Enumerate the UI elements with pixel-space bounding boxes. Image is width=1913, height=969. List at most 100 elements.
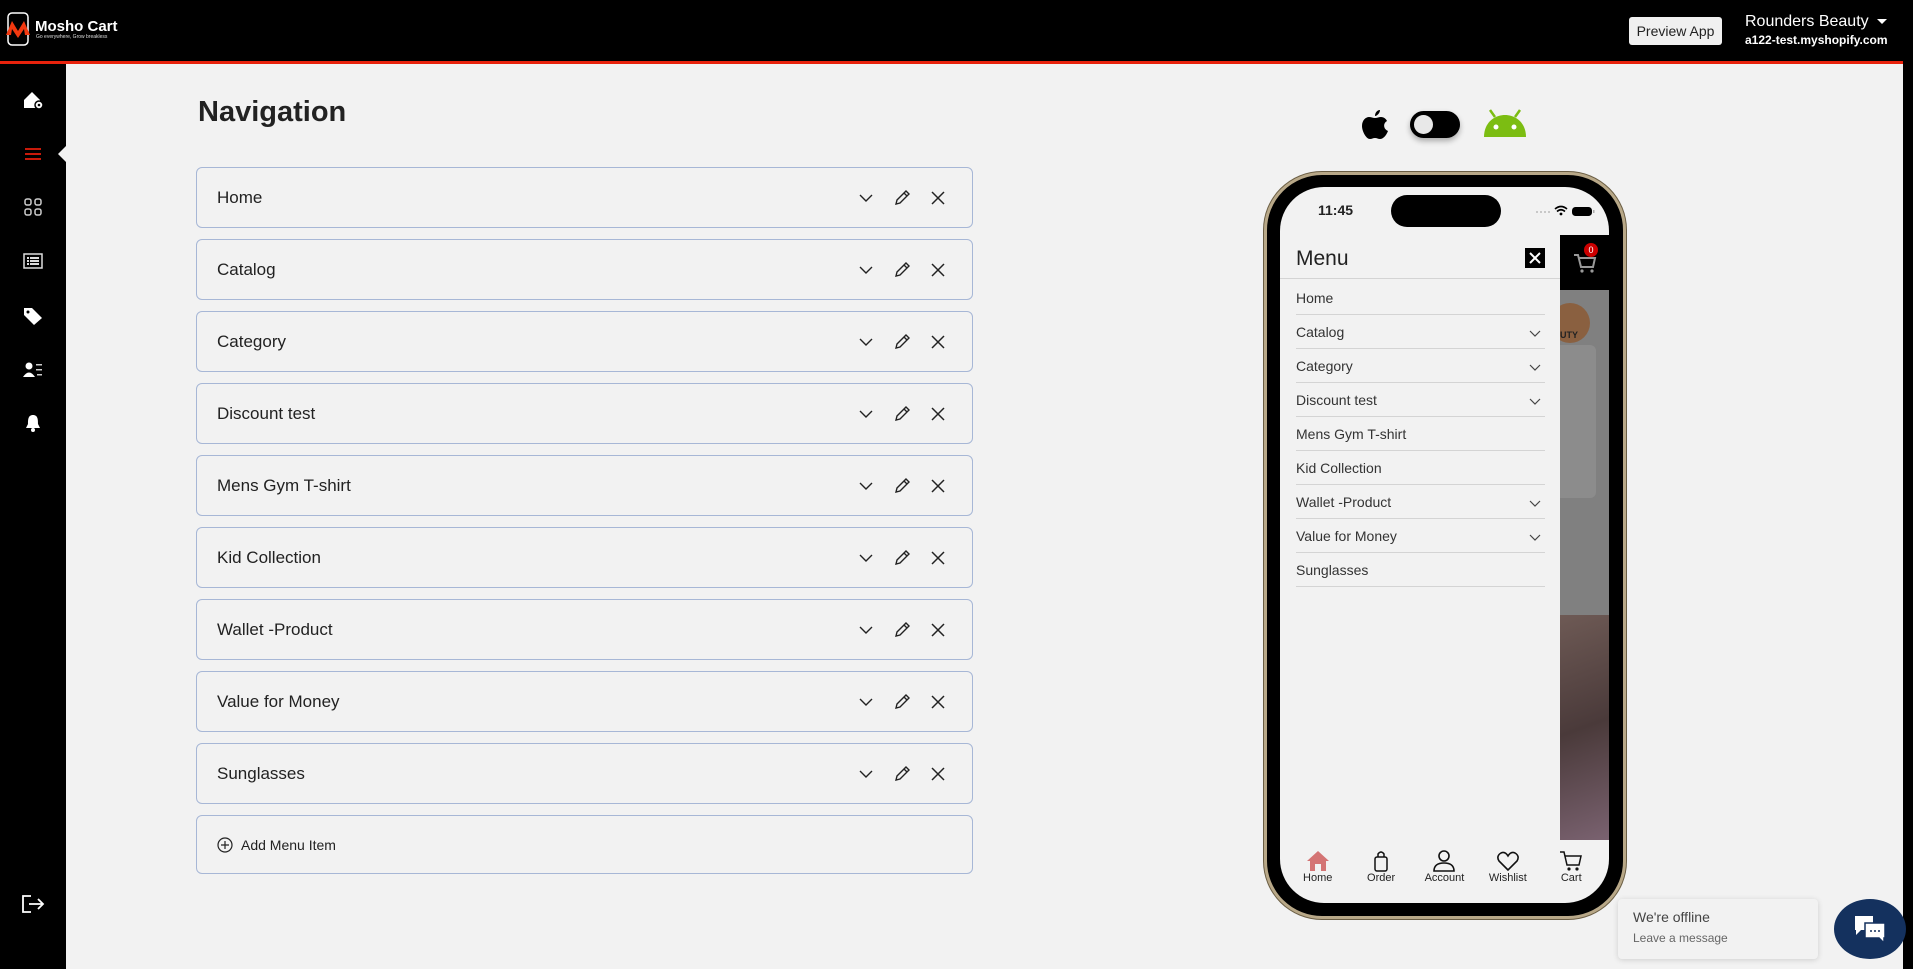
menu-item[interactable]: Kid Collection (1296, 451, 1545, 485)
edit-pencil-icon[interactable] (892, 692, 912, 712)
sidebar-item-pages[interactable] (0, 243, 66, 279)
android-option[interactable] (1482, 109, 1528, 142)
list-icon (23, 253, 43, 269)
menu-item-label: Home (1296, 289, 1334, 306)
store-switcher[interactable]: Rounders Beauty a122-test.myshopify.com (1745, 13, 1888, 47)
edit-pencil-icon[interactable] (892, 332, 912, 352)
delete-close-icon[interactable] (928, 692, 948, 712)
menu-item[interactable]: Wallet -Product (1296, 485, 1545, 519)
menu-item-label: Wallet -Product (1296, 493, 1392, 510)
bottom-nav-label: Account (1424, 872, 1465, 884)
ios-option[interactable] (1361, 108, 1389, 145)
sidebar-item-home[interactable] (0, 82, 66, 118)
nav-item-label: Sunglasses (217, 763, 305, 783)
dynamic-island (1391, 195, 1501, 227)
edit-pencil-icon[interactable] (892, 548, 912, 568)
edit-pencil-icon[interactable] (892, 764, 912, 784)
logo[interactable]: Mosho Cart Go everywhere, Grow breakless (5, 11, 118, 47)
menu-item[interactable]: Value for Money (1296, 519, 1545, 553)
sidebar-item-navigation[interactable] (0, 136, 66, 172)
bottom-nav-wishlist[interactable]: Wishlist (1478, 850, 1538, 884)
nav-item-card[interactable]: Category (196, 311, 973, 372)
expand-chevron-icon[interactable] (856, 476, 876, 496)
heart-icon (1496, 851, 1519, 872)
sidebar (0, 64, 66, 969)
delete-close-icon[interactable] (928, 332, 948, 352)
store-domain: a122-test.myshopify.com (1745, 33, 1888, 47)
preview-app-button[interactable]: Preview App (1629, 17, 1722, 45)
edit-pencil-icon[interactable] (892, 188, 912, 208)
edit-pencil-icon[interactable] (892, 620, 912, 640)
user-list-icon (23, 362, 42, 377)
delete-close-icon[interactable] (928, 188, 948, 208)
edit-pencil-icon[interactable] (892, 476, 912, 496)
nav-item-label: Value for Money (217, 691, 340, 711)
expand-chevron-icon[interactable] (856, 692, 876, 712)
edit-pencil-icon[interactable] (892, 404, 912, 424)
store-name: Rounders Beauty (1745, 13, 1869, 30)
menu-item-label: Kid Collection (1296, 459, 1382, 476)
expand-chevron-icon[interactable] (856, 548, 876, 568)
menu-item[interactable]: Mens Gym T-shirt (1296, 417, 1545, 451)
app-preview-behind-menu: 0 UTY (1550, 235, 1609, 840)
menu-item-label: Value for Money (1296, 527, 1397, 544)
nav-item-card[interactable]: Sunglasses (196, 743, 973, 804)
expand-chevron-icon[interactable] (856, 620, 876, 640)
bottom-nav-cart[interactable]: Cart (1541, 850, 1601, 884)
category-label: UTY (1560, 330, 1578, 340)
delete-close-icon[interactable] (928, 620, 948, 640)
bottom-nav-order[interactable]: Order (1351, 850, 1411, 884)
menu-item-label: Discount test (1296, 391, 1377, 408)
tag-icon (24, 308, 42, 325)
expand-chevron-icon[interactable] (856, 260, 876, 280)
nav-item-card[interactable]: Kid Collection (196, 527, 973, 588)
menu-item[interactable]: Category (1296, 349, 1545, 383)
sidebar-item-customers[interactable] (0, 352, 66, 388)
nav-item-card[interactable]: Wallet -Product (196, 599, 973, 660)
add-menu-item-button[interactable]: Add Menu Item (196, 815, 973, 874)
expand-chevron-icon[interactable] (856, 188, 876, 208)
status-time: 11:45 (1318, 202, 1354, 218)
platform-toggle[interactable] (1410, 111, 1460, 138)
chevron-down-icon (1529, 358, 1541, 374)
expand-chevron-icon[interactable] (856, 332, 876, 352)
edit-pencil-icon[interactable] (892, 260, 912, 280)
brand-name: Mosho Cart (35, 18, 118, 35)
sidebar-item-layout[interactable] (0, 189, 66, 225)
chevron-down-icon (1529, 528, 1541, 544)
menu-item[interactable]: Discount test (1296, 383, 1545, 417)
close-icon (1529, 252, 1541, 264)
menu-close-button[interactable] (1525, 248, 1545, 268)
nav-item-card[interactable]: Value for Money (196, 671, 973, 732)
menu-item[interactable]: Catalog (1296, 315, 1545, 349)
chat-button[interactable] (1834, 899, 1906, 959)
bell-icon (26, 415, 40, 432)
expand-chevron-icon[interactable] (856, 404, 876, 424)
account-icon (1433, 850, 1456, 872)
chat-status-bubble[interactable]: We're offline Leave a message (1618, 899, 1818, 959)
bottom-nav-account[interactable]: Account (1414, 850, 1474, 884)
delete-close-icon[interactable] (928, 764, 948, 784)
bottom-nav: Home Order Account Wishlist Cart (1280, 850, 1609, 884)
bag-icon (1374, 851, 1388, 872)
menu-item[interactable]: Home (1296, 281, 1545, 315)
sidebar-item-offers[interactable] (0, 298, 66, 334)
delete-close-icon[interactable] (928, 476, 948, 496)
bottom-nav-home[interactable]: Home (1288, 850, 1348, 884)
scrollbar[interactable] (1903, 61, 1913, 969)
delete-close-icon[interactable] (928, 548, 948, 568)
header-divider (0, 61, 1903, 64)
nav-item-card[interactable]: Catalog (196, 239, 973, 300)
chat-icon (1855, 916, 1886, 944)
nav-item-card[interactable]: Home (196, 167, 973, 228)
sidebar-item-notifications[interactable] (0, 405, 66, 441)
delete-close-icon[interactable] (928, 260, 948, 280)
add-menu-item-label: Add Menu Item (241, 836, 336, 853)
nav-item-card[interactable]: Mens Gym T-shirt (196, 455, 973, 516)
active-pointer (58, 146, 66, 162)
nav-item-card[interactable]: Discount test (196, 383, 973, 444)
expand-chevron-icon[interactable] (856, 764, 876, 784)
menu-item[interactable]: Sunglasses (1296, 553, 1545, 587)
delete-close-icon[interactable] (928, 404, 948, 424)
logout-button[interactable] (0, 886, 66, 922)
